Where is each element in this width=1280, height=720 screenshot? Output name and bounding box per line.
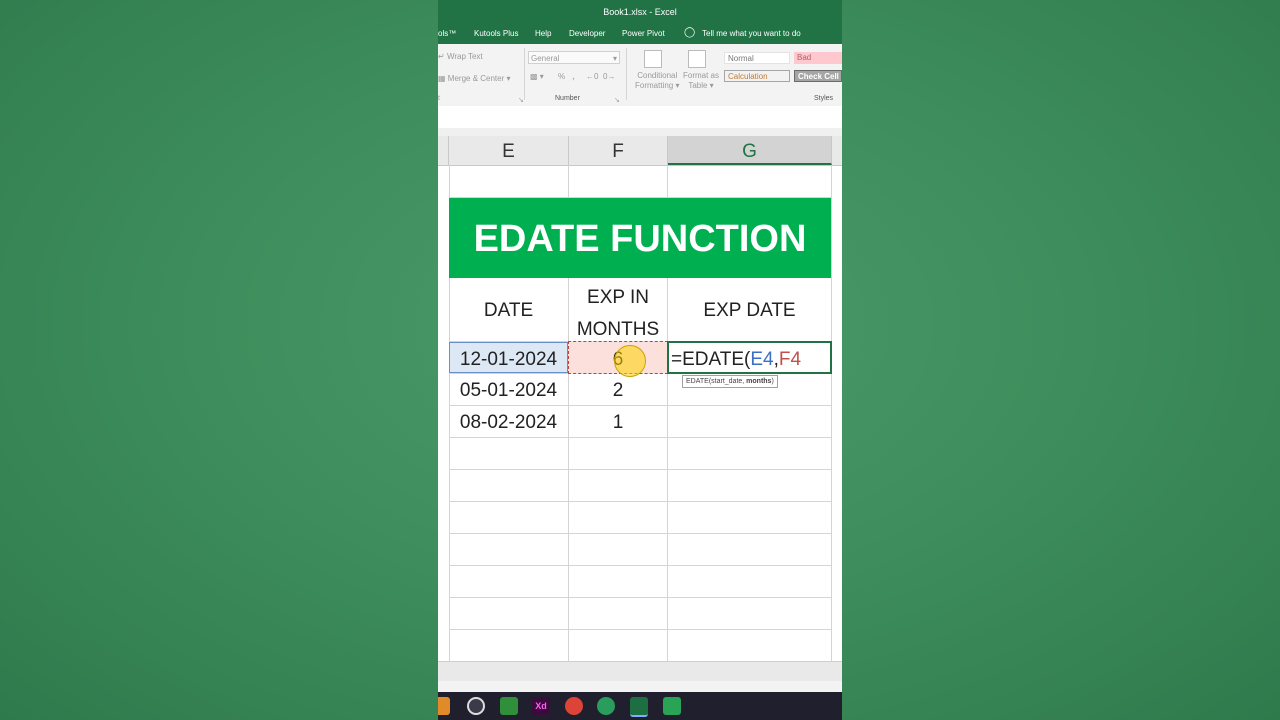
group-separator (524, 48, 525, 100)
column-header-e[interactable]: E (449, 136, 569, 165)
lightbulb-icon: ◯ (684, 27, 696, 38)
ribbon: ↵ Wrap Text ▦ Merge & Center ▾ t ↘ Gener… (438, 44, 842, 107)
cell-g4-editing[interactable]: =EDATE(E4,F4 (667, 341, 832, 374)
alignment-group-label: t (438, 95, 440, 102)
edge-icon[interactable] (597, 697, 615, 715)
merged-title-cell[interactable]: EDATE FUNCTION (449, 198, 831, 278)
cell-e6[interactable]: 08-02-2024 (449, 406, 568, 440)
formula-bar-area (438, 106, 842, 129)
window-title: Book1.xlsx - Excel (603, 7, 677, 17)
wrap-text-button[interactable]: ↵ Wrap Text (438, 52, 483, 61)
group-separator (626, 48, 627, 100)
styles-group-label: Styles (814, 95, 834, 102)
title-bar: Book1.xlsx - Excel (438, 0, 842, 24)
number-launcher-icon[interactable]: ↘ (614, 96, 620, 104)
number-format-dropdown[interactable]: General ▾ (528, 51, 620, 64)
formula-ref-e4: E4 (750, 349, 774, 370)
select-all-corner[interactable] (438, 136, 449, 165)
xd-icon[interactable]: Xd (532, 697, 550, 715)
merge-icon: ▦ (438, 74, 446, 83)
grid-line (449, 533, 831, 534)
grid-line (449, 597, 831, 598)
horizontal-scrollbar[interactable] (438, 661, 842, 682)
style-calculation[interactable]: Calculation (724, 70, 790, 82)
tab-power-pivot[interactable]: Power Pivot (622, 29, 665, 38)
conditional-formatting-icon (644, 50, 662, 68)
cell-f6[interactable]: 1 (569, 406, 667, 440)
chrome-icon[interactable] (565, 697, 583, 715)
excel-taskbar-icon[interactable] (630, 697, 648, 717)
grid-line (449, 469, 831, 470)
status-bar (438, 681, 842, 692)
chevron-down-icon: ▾ (612, 54, 617, 63)
green-app-icon[interactable] (500, 697, 518, 715)
sheet-top-gap (438, 128, 842, 136)
tab-tools[interactable]: ols™ (438, 29, 456, 38)
media-player-icon[interactable] (467, 697, 485, 715)
decrease-decimal-icon[interactable]: 0→ (603, 72, 615, 81)
function-tooltip: EDATE(start_date, months) (682, 375, 778, 388)
tell-me-search[interactable]: Tell me what you want to do (702, 29, 801, 38)
cell-e4[interactable]: 12-01-2024 (449, 342, 568, 373)
wrap-text-icon: ↵ (438, 52, 445, 61)
tab-help[interactable]: Help (535, 29, 551, 38)
number-group-label: Number (555, 95, 580, 102)
header-exp-months-cell[interactable]: EXP IN MONTHS (569, 282, 667, 346)
conditional-formatting-button[interactable]: Conditional Formatting ▾ (635, 71, 679, 91)
grid-line (449, 565, 831, 566)
ribbon-tabs: ols™ Kutools Plus Help Developer Power P… (438, 24, 842, 44)
style-check-cell[interactable]: Check Cell (794, 70, 842, 82)
grid-line (449, 629, 831, 630)
format-as-table-icon (688, 50, 706, 68)
explorer-icon[interactable] (438, 697, 450, 715)
column-header-f[interactable]: F (569, 136, 668, 165)
grid-line (831, 165, 832, 661)
style-bad[interactable]: Bad (794, 52, 842, 64)
currency-icon[interactable]: ▩ ▾ (530, 72, 544, 81)
taskbar: Xd (438, 692, 842, 720)
tab-developer[interactable]: Developer (569, 29, 605, 38)
format-as-table-button[interactable]: Format as Table ▾ (683, 71, 719, 91)
mouse-cursor-highlight (614, 345, 646, 377)
header-date-cell[interactable]: DATE (449, 278, 568, 341)
column-header-g[interactable]: G (668, 136, 832, 165)
grid-line (449, 501, 831, 502)
formula-ref-f4: F4 (778, 349, 802, 370)
increase-decimal-icon[interactable]: ←0 (586, 72, 598, 81)
cell-f5[interactable]: 2 (569, 374, 667, 408)
tab-kutools-plus[interactable]: Kutools Plus (474, 29, 518, 38)
style-normal[interactable]: Normal (724, 52, 790, 64)
alignment-launcher-icon[interactable]: ↘ (518, 96, 524, 104)
column-headers: E F G (438, 136, 842, 166)
merge-center-button[interactable]: ▦ Merge & Center ▾ (438, 74, 511, 83)
calculator-icon[interactable] (663, 697, 681, 715)
percent-button[interactable]: % (558, 72, 565, 81)
header-exp-date-cell[interactable]: EXP DATE (668, 278, 831, 341)
comma-button[interactable]: , (572, 71, 575, 82)
cell-e5[interactable]: 05-01-2024 (449, 374, 568, 408)
